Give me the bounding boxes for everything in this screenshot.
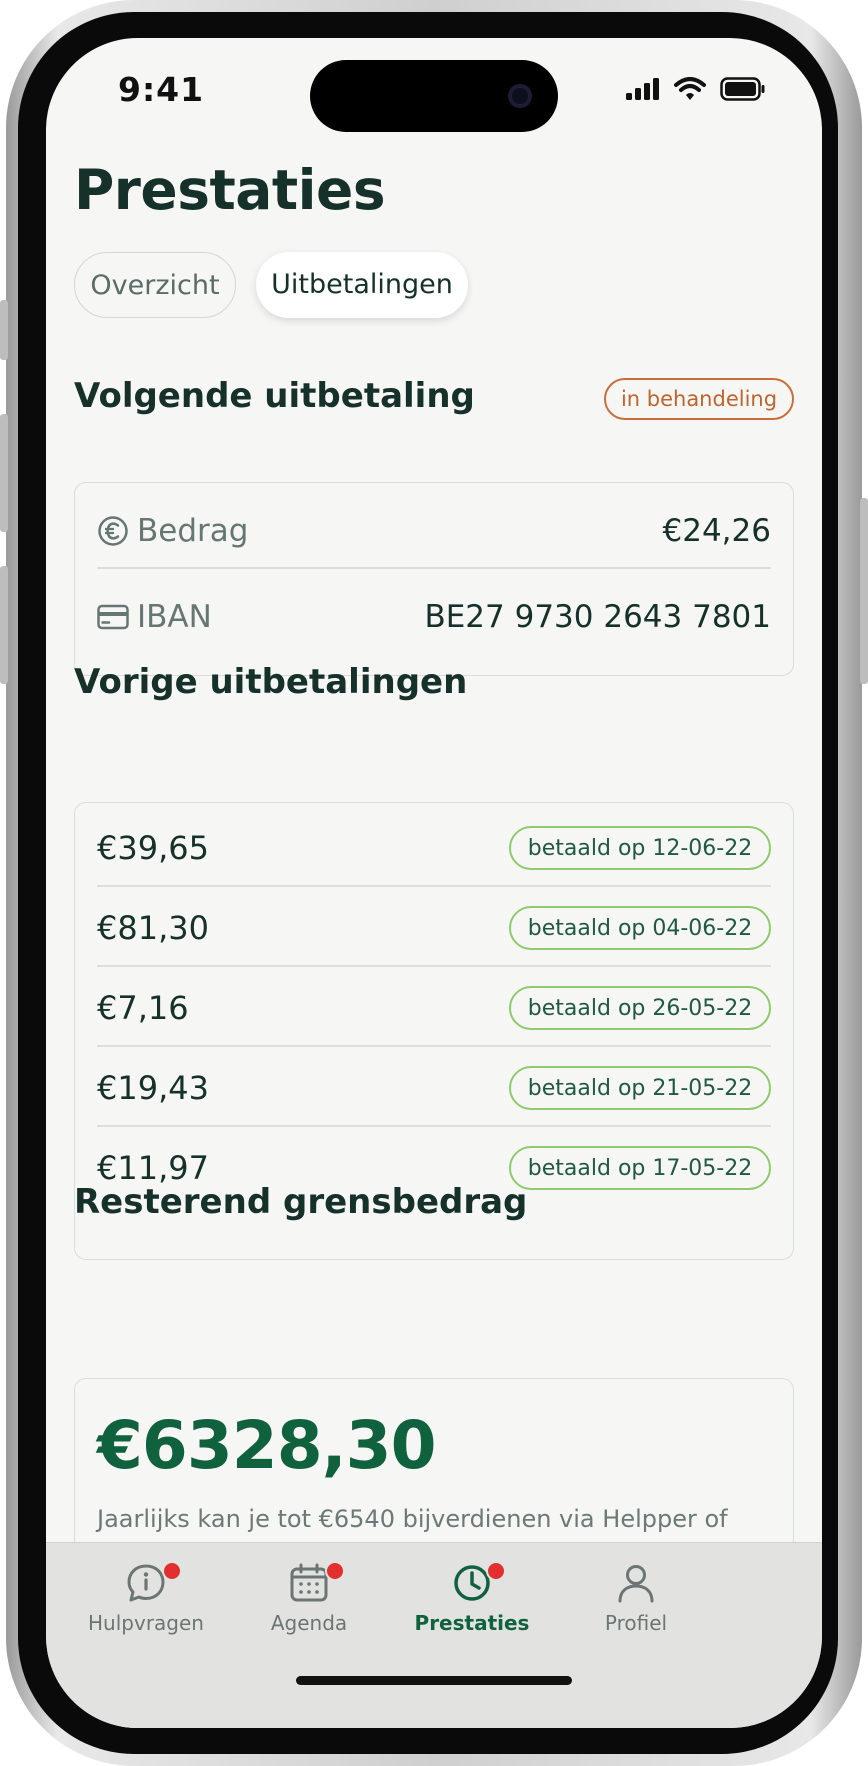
payout-row: €19,43 betaald op 21-05-22: [97, 1043, 771, 1133]
person-icon: [618, 1565, 654, 1603]
payout-amount: €81,30: [97, 909, 209, 947]
payout-row: €39,65 betaald op 12-06-22: [97, 803, 771, 893]
notification-badge: [325, 1561, 345, 1581]
next-payout-card: Bedrag €24,26 IBAN BE27 9730 2643 7801: [74, 482, 794, 676]
remaining-limit-amount: €6328,30: [97, 1407, 437, 1484]
nav-label: Profiel: [604, 1611, 668, 1635]
nav-item-agenda[interactable]: Agenda: [219, 1561, 399, 1635]
payout-amount: €19,43: [97, 1069, 209, 1107]
iban-row: IBAN BE27 9730 2643 7801: [97, 569, 771, 665]
status-badge-paid: betaald op 26-05-22: [509, 986, 771, 1030]
nav-label: Agenda: [270, 1611, 348, 1635]
status-bar: 9:41: [46, 38, 822, 148]
euro-icon: [98, 516, 128, 546]
phone-screen: 9:41 Prestaties Overzicht Uitbetalingen …: [46, 38, 822, 1728]
status-badge-processing: in behandeling: [604, 378, 794, 420]
iban-label: IBAN: [137, 599, 212, 635]
power-button: [860, 498, 868, 684]
next-payout-title: Volgende uitbetaling: [74, 376, 475, 416]
nav-label: Hulpvragen: [88, 1611, 204, 1635]
status-indicators: [626, 76, 766, 102]
credit-card-icon: [97, 604, 129, 630]
wifi-icon: [674, 77, 706, 100]
amount-label-group: Bedrag: [97, 513, 248, 549]
remaining-limit-title: Resterend grensbedrag: [74, 1182, 528, 1222]
status-badge-paid: betaald op 04-06-22: [509, 906, 771, 950]
volume-up-button: [0, 414, 8, 532]
iban-value: BE27 9730 2643 7801: [424, 599, 771, 635]
payout-row: €81,30 betaald op 04-06-22: [97, 883, 771, 973]
action-button: [0, 300, 8, 360]
battery-icon: [720, 77, 765, 101]
home-indicator[interactable]: [296, 1676, 572, 1685]
nav-label: Prestaties: [414, 1611, 530, 1635]
status-badge-paid: betaald op 12-06-22: [509, 826, 771, 870]
nav-item-prestaties[interactable]: Prestaties: [382, 1561, 562, 1635]
amount-label: Bedrag: [137, 513, 249, 549]
nav-item-hulpvragen[interactable]: Hulpvragen: [56, 1561, 236, 1635]
dynamic-island: [310, 60, 558, 132]
tab-payouts[interactable]: Uitbetalingen: [256, 252, 468, 318]
payout-row: €7,16 betaald op 26-05-22: [97, 963, 771, 1053]
notification-badge: [162, 1561, 182, 1581]
amount-value: €24,26: [662, 513, 771, 549]
camera-icon: [508, 84, 532, 108]
signal-icon: [626, 78, 659, 100]
volume-down-button: [0, 566, 8, 684]
page-title: Prestaties: [74, 158, 386, 222]
iban-label-group: IBAN: [97, 599, 212, 635]
amount-row: Bedrag €24,26: [97, 483, 771, 579]
notification-badge: [486, 1561, 506, 1581]
previous-payouts-title: Vorige uitbetalingen: [74, 662, 468, 702]
status-time: 9:41: [118, 70, 205, 109]
tab-overview[interactable]: Overzicht: [74, 252, 236, 318]
bottom-tab-bar: Hulpvragen Agenda Prestaties Profiel: [46, 1542, 822, 1728]
status-badge-paid: betaald op 21-05-22: [509, 1066, 771, 1110]
payout-amount: €7,16: [97, 989, 189, 1027]
status-badge-paid: betaald op 17-05-22: [509, 1146, 771, 1190]
payout-amount: €39,65: [97, 829, 209, 867]
nav-item-profiel[interactable]: Profiel: [546, 1561, 726, 1635]
